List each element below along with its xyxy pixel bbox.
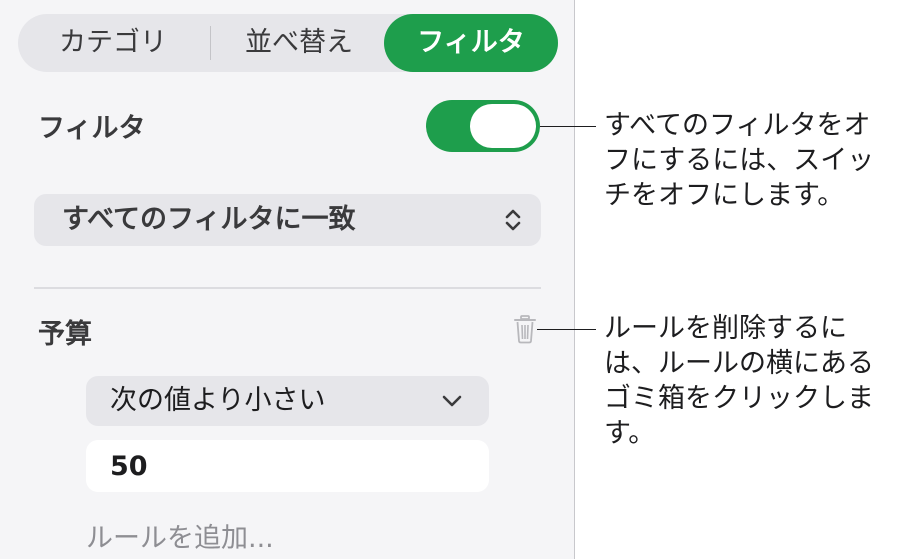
match-mode-select[interactable]: すべてのフィルタに一致 — [34, 194, 541, 246]
toggle-knob — [470, 104, 536, 148]
section-divider — [34, 287, 541, 289]
callout-delete-note: ルールを削除するには、ルールの横にあるゴミ箱をクリックします。 — [604, 313, 874, 449]
callout-leader-line-toggle — [540, 126, 596, 127]
trash-icon[interactable] — [513, 314, 537, 344]
tab-filter[interactable]: フィルタ — [384, 14, 558, 72]
callout-leader-line-trash — [537, 329, 596, 330]
rule-value-input[interactable] — [86, 440, 489, 492]
rule-condition-select[interactable]: 次の値より小さい — [86, 376, 489, 426]
chevron-up-down-icon — [505, 209, 521, 231]
filter-section-label: フィルタ — [38, 113, 146, 144]
tab-category[interactable]: カテゴリ — [18, 14, 208, 72]
canvas: カテゴリ 並べ替え フィルタ フィルタ すべてのフィルタに一致 予算 次の値より… — [0, 0, 899, 559]
segmented-control: カテゴリ 並べ替え フィルタ — [18, 14, 558, 72]
rule-condition-value: 次の値より小さい — [110, 385, 326, 416]
chevron-down-icon — [442, 395, 462, 407]
filter-sidebar-panel: カテゴリ 並べ替え フィルタ フィルタ すべてのフィルタに一致 予算 次の値より… — [0, 0, 575, 559]
filter-toggle-switch[interactable] — [426, 100, 540, 152]
rule-column-name: 予算 — [38, 319, 92, 350]
tab-sort[interactable]: 並べ替え — [210, 14, 388, 72]
callout-toggle-note: すべてのフィルタをオフにするには、スイッチをオフにします。 — [604, 110, 875, 211]
add-rule-button[interactable]: ルールを追加... — [86, 516, 274, 555]
match-mode-value: すべてのフィルタに一致 — [62, 204, 356, 235]
